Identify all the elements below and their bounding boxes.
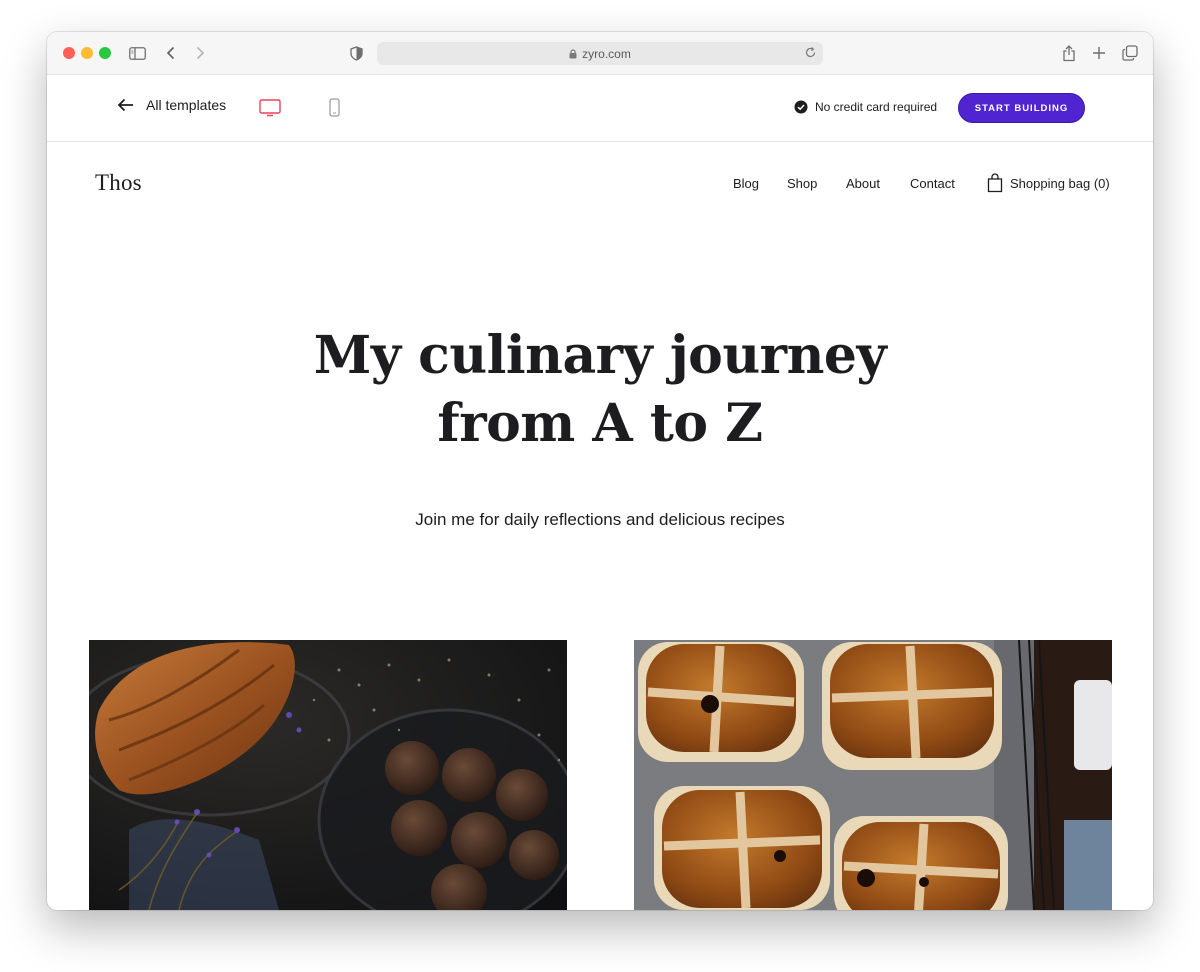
croissant-truffles-image[interactable] xyxy=(89,640,567,910)
browser-toolbar: zyro.com xyxy=(47,32,1153,75)
mobile-phone-icon xyxy=(329,98,340,117)
sidebar-toggle-icon[interactable] xyxy=(128,44,146,62)
tab-overview-icon[interactable] xyxy=(1121,44,1139,62)
shopping-bag-icon xyxy=(987,173,1003,193)
hero-subtitle: Join me for daily reflections and delici… xyxy=(415,510,785,529)
forward-nav-icon[interactable] xyxy=(191,44,209,62)
minimize-window-button[interactable] xyxy=(81,47,93,59)
start-building-button[interactable]: START BUILDING xyxy=(958,93,1085,123)
nav-link-shop[interactable]: Shop xyxy=(787,176,817,191)
url-text: zyro.com xyxy=(582,46,631,61)
desktop-monitor-icon xyxy=(259,99,281,117)
reload-icon[interactable] xyxy=(804,46,817,59)
all-templates-label: All templates xyxy=(146,97,227,113)
new-tab-icon[interactable] xyxy=(1090,44,1108,62)
share-icon[interactable] xyxy=(1060,44,1078,62)
hero-title-line-1: My culinary journey xyxy=(313,325,887,386)
nav-link-blog[interactable]: Blog xyxy=(733,176,759,191)
arrow-left-icon xyxy=(117,98,134,112)
desktop-view-toggle[interactable] xyxy=(259,99,281,117)
no-credit-card-note: No credit card required xyxy=(794,100,937,114)
address-bar[interactable]: zyro.com xyxy=(377,42,823,65)
mobile-view-toggle[interactable] xyxy=(329,98,340,117)
hero-title: My culinary journey from A to Z xyxy=(47,322,1153,458)
nav-link-about[interactable]: About xyxy=(846,176,880,191)
template-preview-bar: All templates No credit card required ST… xyxy=(47,75,1153,142)
hero-title-line-2: from A to Z xyxy=(437,393,763,454)
checkmark-circle-icon xyxy=(794,100,808,114)
close-window-button[interactable] xyxy=(63,47,75,59)
all-templates-link[interactable]: All templates xyxy=(117,97,226,113)
site-logo[interactable]: Thos xyxy=(95,170,142,196)
back-nav-icon[interactable] xyxy=(162,44,180,62)
no-credit-card-text: No credit card required xyxy=(815,100,938,114)
shopping-bag-label: Shopping bag (0) xyxy=(1010,175,1110,191)
zoom-window-button[interactable] xyxy=(99,47,111,59)
lock-icon xyxy=(569,48,577,59)
browser-window: zyro.com All templates No credit card re… xyxy=(47,32,1153,910)
nav-link-contact[interactable]: Contact xyxy=(910,176,955,191)
privacy-shield-icon[interactable] xyxy=(347,44,365,62)
hot-cross-buns-image[interactable] xyxy=(634,640,1112,910)
shopping-bag-link[interactable]: Shopping bag (0) xyxy=(987,173,1110,193)
